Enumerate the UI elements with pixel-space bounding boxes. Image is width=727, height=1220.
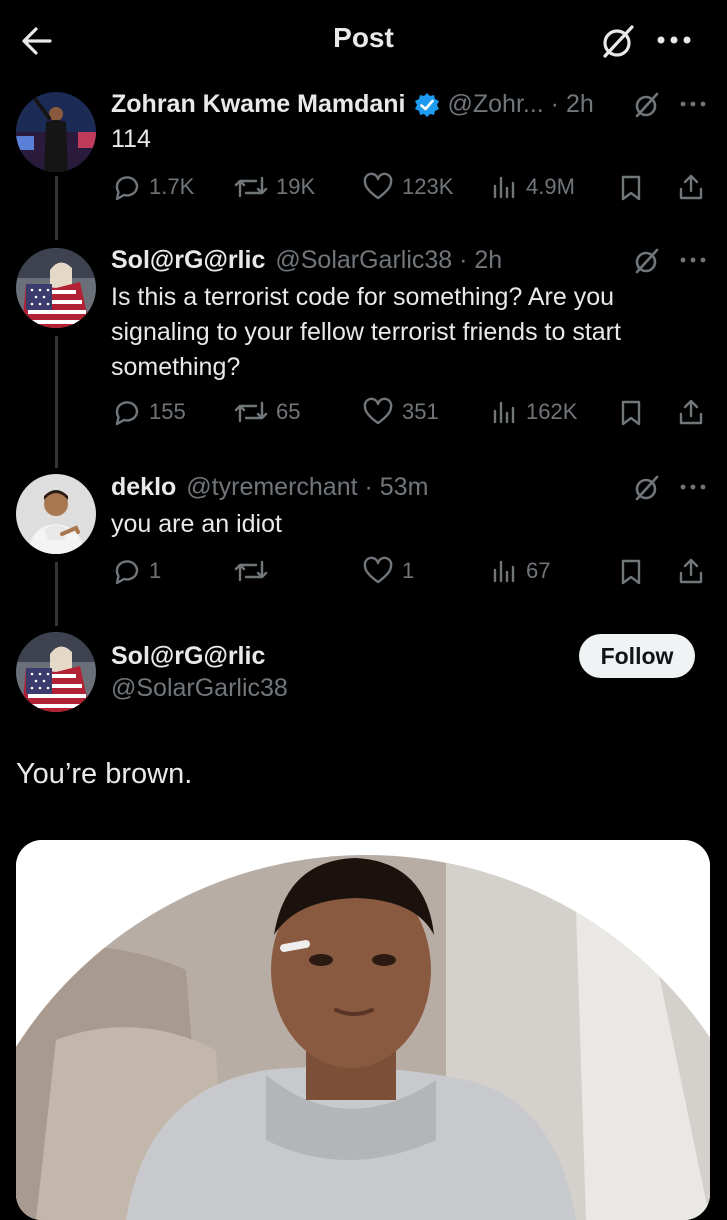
verified-badge-icon xyxy=(414,92,439,117)
views-button[interactable]: 67 xyxy=(490,556,550,586)
share-button[interactable] xyxy=(676,556,706,586)
views-count: 162K xyxy=(526,399,578,424)
heart-icon xyxy=(363,172,393,200)
grok-icon-button[interactable] xyxy=(632,90,662,120)
tweet-text: Is this a terrorist code for something? … xyxy=(111,283,621,381)
views-icon xyxy=(493,401,515,424)
heart-icon xyxy=(363,397,393,425)
repost-count: 19K xyxy=(276,174,316,199)
display-name[interactable]: Zohran Kwame Mamdani xyxy=(111,90,406,119)
handle-time: @SolarGarlic38 · 2h xyxy=(275,246,503,274)
bookmark-icon xyxy=(621,559,641,585)
thread-line xyxy=(55,176,58,240)
reply-button[interactable]: 155 xyxy=(111,397,186,427)
reply-count: 1 xyxy=(149,558,162,583)
tweet-text: you are an idiot xyxy=(111,510,282,538)
views-count: 4.9M xyxy=(526,174,575,199)
grok-icon-button[interactable] xyxy=(632,473,662,503)
views-count: 67 xyxy=(526,558,551,583)
tweet-more-button[interactable] xyxy=(680,100,706,108)
post-image[interactable] xyxy=(16,840,710,1220)
like-count: 351 xyxy=(402,399,439,424)
like-button[interactable]: 1 xyxy=(362,556,414,586)
more-dots-icon xyxy=(680,257,706,263)
reply-icon xyxy=(115,176,139,201)
avatar[interactable] xyxy=(16,474,96,554)
views-icon xyxy=(493,560,515,583)
handle-time: @Zohr... · 2h xyxy=(447,90,594,118)
bookmark-button[interactable] xyxy=(618,558,644,586)
tweet-more-button[interactable] xyxy=(680,483,706,491)
post-text: You’re brown. xyxy=(16,758,193,790)
share-button[interactable] xyxy=(676,172,706,202)
avatar[interactable] xyxy=(16,92,96,172)
reply-count: 155 xyxy=(149,399,186,424)
share-icon xyxy=(679,399,703,425)
bookmark-button[interactable] xyxy=(618,174,644,202)
tweet-text: 114 xyxy=(111,125,151,153)
like-button[interactable]: 123K xyxy=(362,172,453,202)
display-name[interactable]: Sol@rG@rlic xyxy=(111,642,265,671)
grok-icon-button[interactable] xyxy=(632,246,662,276)
reply-button[interactable]: 1.7K xyxy=(111,172,194,202)
more-dots-icon xyxy=(657,36,691,44)
grok-icon xyxy=(635,92,659,118)
handle-time: @tyremerchant · 53m xyxy=(186,473,429,501)
photo-illustration xyxy=(16,840,710,1220)
bookmark-icon xyxy=(621,400,641,426)
views-button[interactable]: 162K xyxy=(490,397,577,427)
repost-button[interactable] xyxy=(234,556,276,586)
reply-count: 1.7K xyxy=(149,174,195,199)
grok-icon xyxy=(635,248,659,274)
grok-icon xyxy=(603,25,634,58)
share-icon xyxy=(679,174,703,200)
tweet-more-button[interactable] xyxy=(680,256,706,264)
views-button[interactable]: 4.9M xyxy=(490,172,575,202)
reply-icon xyxy=(115,560,139,585)
reply-button[interactable]: 1 xyxy=(111,556,161,586)
repost-count: 65 xyxy=(276,399,301,424)
grok-button[interactable] xyxy=(598,22,638,62)
views-icon xyxy=(493,176,515,199)
bookmark-icon xyxy=(621,175,641,201)
more-dots-icon xyxy=(680,484,706,490)
handle[interactable]: @SolarGarlic38 xyxy=(111,674,288,703)
thread-line xyxy=(55,562,58,626)
avatar[interactable] xyxy=(16,632,96,712)
thread-line xyxy=(55,336,58,468)
bookmark-button[interactable] xyxy=(618,399,644,427)
heart-icon xyxy=(363,556,393,584)
share-button[interactable] xyxy=(676,397,706,427)
repost-icon xyxy=(234,401,268,423)
more-dots-icon xyxy=(680,101,706,107)
display-name[interactable]: Sol@rG@rlic xyxy=(111,246,265,275)
grok-icon xyxy=(635,475,659,501)
repost-icon xyxy=(234,560,268,582)
tweet-header: deklo @tyremerchant · 53m xyxy=(111,473,428,502)
repost-icon xyxy=(234,176,268,198)
tweet-header: Sol@rG@rlic @SolarGarlic38 · 2h xyxy=(111,246,502,275)
repost-button[interactable]: 19K xyxy=(234,172,315,202)
like-button[interactable]: 351 xyxy=(362,397,439,427)
like-count: 123K xyxy=(402,174,454,199)
share-icon xyxy=(679,558,703,584)
reply-icon xyxy=(115,401,139,426)
repost-button[interactable]: 65 xyxy=(234,397,300,427)
follow-button[interactable]: Follow xyxy=(579,634,695,678)
like-count: 1 xyxy=(402,558,415,583)
display-name[interactable]: deklo xyxy=(111,473,176,502)
more-options-button[interactable] xyxy=(656,34,696,46)
avatar[interactable] xyxy=(16,248,96,328)
tweet-header: Zohran Kwame Mamdani @Zohr... · 2h xyxy=(111,90,594,119)
